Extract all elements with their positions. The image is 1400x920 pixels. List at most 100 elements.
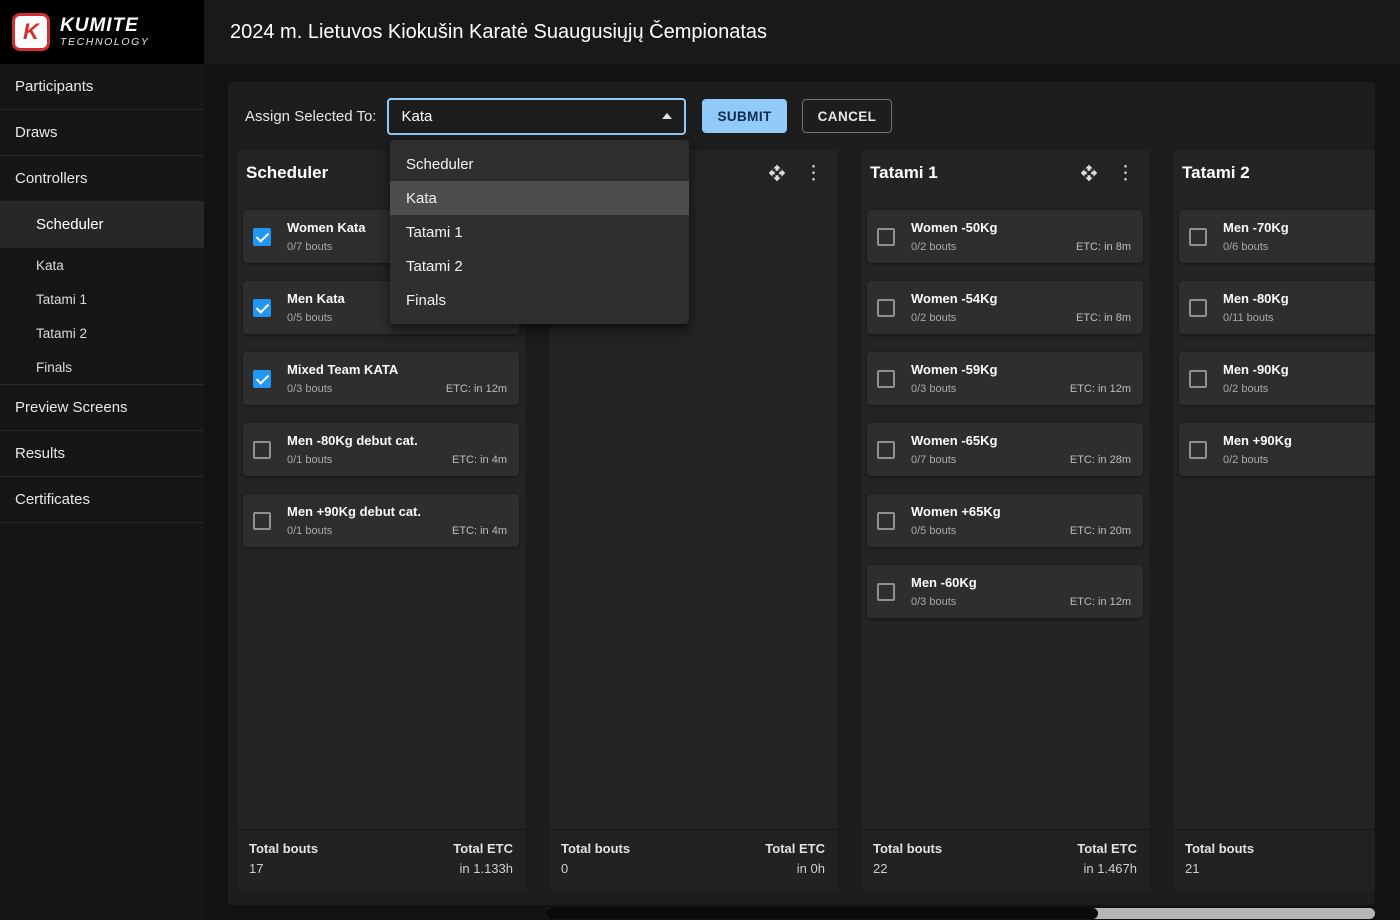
- cancel-button[interactable]: CANCEL: [802, 99, 893, 133]
- card-text: Men -90Kg 0/2 bouts: [1223, 362, 1289, 395]
- category-card[interactable]: Men -80Kg 0/11 bouts: [1179, 281, 1375, 334]
- brand-logo-icon: K: [12, 13, 50, 51]
- card-checkbox[interactable]: [253, 441, 271, 459]
- category-card[interactable]: Men -60Kg 0/3 bouts ETC: in 12m: [867, 565, 1143, 618]
- total-etc-label: Total ETC: [1077, 841, 1137, 856]
- card-text: Women +65Kg 0/5 bouts: [911, 504, 1001, 537]
- card-checkbox[interactable]: [877, 512, 895, 530]
- card-bouts: 0/3 bouts: [287, 383, 398, 395]
- category-card[interactable]: Women -59Kg 0/3 bouts ETC: in 12m: [867, 352, 1143, 405]
- card-text: Men -60Kg 0/3 bouts: [911, 575, 977, 608]
- card-etc: ETC: in 12m: [446, 383, 507, 395]
- sidebar: K KUMITE TECHNOLOGY Participants Draws C…: [0, 0, 204, 920]
- card-checkbox[interactable]: [1189, 370, 1207, 388]
- total-etc-label: Total ETC: [453, 841, 513, 856]
- card-title: Men +90Kg debut cat.: [287, 504, 421, 519]
- card-checkbox[interactable]: [1189, 299, 1207, 317]
- chevron-up-icon: [662, 113, 672, 119]
- menu-option-finals[interactable]: Finals: [390, 283, 689, 317]
- assign-label: Assign Selected To:: [245, 108, 376, 125]
- column-header: Tatami 2 ⋮: [1173, 150, 1375, 196]
- category-card[interactable]: Men -80Kg debut cat. 0/1 bouts ETC: in 4…: [243, 423, 519, 476]
- sidebar-item-draws[interactable]: Draws: [0, 110, 204, 156]
- sidebar-item-tatami-2[interactable]: Tatami 2: [0, 316, 204, 350]
- card-bouts: 0/2 bouts: [1223, 454, 1292, 466]
- assign-select[interactable]: Kata: [387, 98, 686, 135]
- card-checkbox[interactable]: [1189, 441, 1207, 459]
- card-bouts: 0/5 bouts: [911, 525, 1001, 537]
- card-text: Men +90Kg 0/2 bouts: [1223, 433, 1292, 466]
- card-title: Men Kata: [287, 291, 345, 306]
- card-checkbox[interactable]: [253, 512, 271, 530]
- card-checkbox[interactable]: [877, 228, 895, 246]
- card-title: Men -90Kg: [1223, 362, 1289, 377]
- card-checkbox[interactable]: [253, 299, 271, 317]
- move-icon[interactable]: [768, 164, 786, 182]
- footer-total-etc: Total ETC in 1.133h: [453, 841, 513, 880]
- column-title: Scheduler: [246, 163, 328, 183]
- sidebar-item-finals[interactable]: Finals: [0, 350, 204, 384]
- scheduler-panel: Assign Selected To: Kata SUBMIT CANCEL S…: [228, 82, 1375, 905]
- horizontal-scrollbar-thumb[interactable]: [545, 908, 1098, 919]
- category-card[interactable]: Women +65Kg 0/5 bouts ETC: in 20m: [867, 494, 1143, 547]
- card-checkbox[interactable]: [253, 228, 271, 246]
- total-bouts-label: Total bouts: [873, 841, 942, 856]
- sidebar-item-participants[interactable]: Participants: [0, 64, 204, 110]
- sidebar-nav: Participants Draws Controllers Scheduler…: [0, 64, 204, 523]
- column-footer: Total bouts 17 Total ETC in 1.133h: [237, 829, 525, 891]
- total-etc-value: in 1.133h: [453, 861, 513, 876]
- total-etc-value: in 0h: [765, 861, 825, 876]
- sidebar-item-results[interactable]: Results: [0, 431, 204, 477]
- card-text: Women Kata 0/7 bouts: [287, 220, 366, 253]
- total-etc-value: in 1.467h: [1077, 861, 1137, 876]
- category-card[interactable]: Men +90Kg debut cat. 0/1 bouts ETC: in 4…: [243, 494, 519, 547]
- more-options-icon[interactable]: ⋮: [802, 164, 825, 183]
- card-checkbox[interactable]: [877, 583, 895, 601]
- card-text: Men Kata 0/5 bouts: [287, 291, 345, 324]
- menu-option-scheduler[interactable]: Scheduler: [390, 147, 689, 181]
- total-etc-label: Total ETC: [765, 841, 825, 856]
- brand-logo[interactable]: K KUMITE TECHNOLOGY: [0, 0, 204, 64]
- card-bouts: 0/2 bouts: [911, 241, 997, 253]
- move-icon[interactable]: [1080, 164, 1098, 182]
- submit-button[interactable]: SUBMIT: [702, 99, 786, 133]
- card-checkbox[interactable]: [253, 370, 271, 388]
- card-bouts: 0/11 bouts: [1223, 312, 1289, 324]
- column-header-icons: ⋮: [1080, 164, 1141, 183]
- card-title: Men +90Kg: [1223, 433, 1292, 448]
- sidebar-item-preview-screens[interactable]: Preview Screens: [0, 385, 204, 431]
- card-bouts: 0/1 bouts: [287, 454, 418, 466]
- card-bouts: 0/6 bouts: [1223, 241, 1289, 253]
- card-title: Women -50Kg: [911, 220, 997, 235]
- menu-option-tatami-2[interactable]: Tatami 2: [390, 249, 689, 283]
- sidebar-item-controllers[interactable]: Controllers: [0, 156, 204, 202]
- more-options-icon[interactable]: ⋮: [1114, 164, 1137, 183]
- card-checkbox[interactable]: [877, 299, 895, 317]
- category-card[interactable]: Men +90Kg 0/2 bouts: [1179, 423, 1375, 476]
- horizontal-scrollbar[interactable]: [545, 908, 1375, 919]
- menu-option-tatami-1[interactable]: Tatami 1: [390, 215, 689, 249]
- sidebar-item-certificates[interactable]: Certificates: [0, 477, 204, 523]
- card-etc: ETC: in 8m: [1076, 241, 1131, 253]
- card-checkbox[interactable]: [877, 370, 895, 388]
- card-checkbox[interactable]: [877, 441, 895, 459]
- category-card[interactable]: Women -65Kg 0/7 bouts ETC: in 28m: [867, 423, 1143, 476]
- column-title: Tatami 1: [870, 163, 938, 183]
- sidebar-item-kata[interactable]: Kata: [0, 248, 204, 282]
- category-card[interactable]: Women -50Kg 0/2 bouts ETC: in 8m: [867, 210, 1143, 263]
- total-bouts-label: Total bouts: [249, 841, 318, 856]
- card-title: Women Kata: [287, 220, 366, 235]
- sidebar-item-tatami-1[interactable]: Tatami 1: [0, 282, 204, 316]
- sidebar-item-scheduler[interactable]: Scheduler: [0, 202, 204, 248]
- assign-select-value: Kata: [401, 108, 432, 125]
- category-card[interactable]: Men -70Kg 0/6 bouts: [1179, 210, 1375, 263]
- menu-option-kata[interactable]: Kata: [390, 181, 689, 215]
- card-title: Men -80Kg: [1223, 291, 1289, 306]
- card-bouts: 0/5 bouts: [287, 312, 345, 324]
- category-card[interactable]: Mixed Team KATA 0/3 bouts ETC: in 12m: [243, 352, 519, 405]
- category-card[interactable]: Men -90Kg 0/2 bouts: [1179, 352, 1375, 405]
- total-bouts-label: Total bouts: [561, 841, 630, 856]
- category-card[interactable]: Women -54Kg 0/2 bouts ETC: in 8m: [867, 281, 1143, 334]
- card-etc: ETC: in 4m: [452, 525, 507, 537]
- card-checkbox[interactable]: [1189, 228, 1207, 246]
